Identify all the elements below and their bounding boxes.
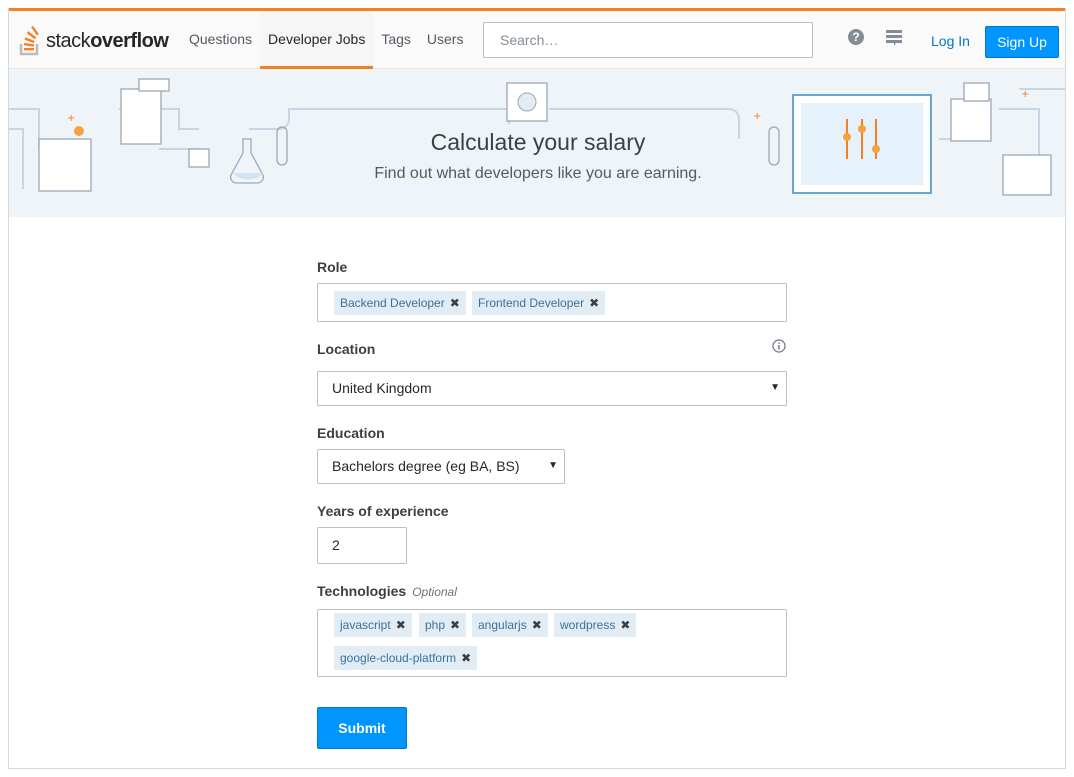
top-bar: stackoverflow Questions Developer Jobs T… [9, 8, 1065, 69]
location-label: Location [317, 341, 376, 357]
remove-tag-icon[interactable]: ✖ [450, 618, 460, 632]
chevron-down-icon: ▼ [770, 382, 780, 393]
remove-tag-icon[interactable]: ✖ [450, 296, 460, 310]
remove-tag-icon[interactable]: ✖ [396, 618, 406, 632]
remove-tag-icon[interactable]: ✖ [461, 651, 471, 665]
role-tag-label: Frontend Developer [478, 296, 585, 310]
technologies-tag-input[interactable]: javascript ✖ php ✖ angularjs ✖ wordpress ✖ g… [317, 609, 787, 677]
role-tag-label: Backend Developer [340, 296, 445, 310]
tech-tag-label: wordpress [560, 618, 616, 632]
svg-text:+: + [1021, 89, 1029, 100]
login-link[interactable]: Log In [923, 28, 978, 54]
tech-tag-label: php [425, 618, 446, 632]
inbox-icon[interactable] [885, 29, 903, 47]
education-select[interactable]: Bachelors degree (eg BA, BS) ▼ [317, 449, 565, 484]
role-tag: Frontend Developer ✖ [472, 291, 606, 315]
tech-tag-label: google-cloud-platform [340, 651, 457, 665]
info-icon[interactable] [772, 339, 786, 353]
role-label: Role [317, 259, 348, 275]
education-label: Education [317, 425, 385, 441]
chevron-down-icon: ▼ [548, 460, 558, 471]
svg-text:?: ? [852, 30, 859, 44]
svg-text:+: + [67, 113, 75, 124]
tech-tag: google-cloud-platform ✖ [334, 646, 478, 670]
signup-button[interactable]: Sign Up [985, 26, 1059, 58]
experience-input[interactable]: 2 [317, 527, 407, 564]
remove-tag-icon[interactable]: ✖ [589, 296, 599, 310]
hero-banner: + + + Calculate your salary Find out wha… [9, 69, 1065, 217]
svg-text:+: + [753, 111, 761, 122]
tech-tag: angularjs ✖ [472, 613, 548, 637]
education-value: Bachelors degree (eg BA, BS) [332, 458, 520, 474]
tech-tag: php ✖ [419, 613, 467, 637]
location-select[interactable]: United Kingdom ▼ [317, 371, 787, 406]
nav-users[interactable]: Users [419, 11, 472, 69]
page-frame: stackoverflow Questions Developer Jobs T… [8, 8, 1066, 769]
submit-button[interactable]: Submit [317, 707, 407, 749]
remove-tag-icon[interactable]: ✖ [532, 618, 542, 632]
role-tag: Backend Developer ✖ [334, 291, 466, 315]
technologies-label-text: Technologies [317, 583, 407, 599]
logo-text: stackoverflow [46, 29, 169, 52]
help-icon[interactable]: ? [847, 28, 865, 46]
tech-tag-label: javascript [340, 618, 391, 632]
role-tag-input[interactable]: Backend Developer ✖ Frontend Developer ✖ [317, 283, 787, 322]
experience-label: Years of experience [317, 503, 449, 519]
stackoverflow-logo-icon [19, 26, 39, 56]
banner-title: Calculate your salary [430, 129, 646, 155]
banner-subtitle: Find out what developers like you are ea… [374, 165, 702, 182]
remove-tag-icon[interactable]: ✖ [620, 618, 630, 632]
logo[interactable]: stackoverflow [18, 24, 169, 58]
location-value: United Kingdom [332, 380, 432, 396]
optional-hint: Optional [412, 585, 457, 599]
tech-tag: javascript ✖ [334, 613, 412, 637]
nav-developer-jobs[interactable]: Developer Jobs [260, 11, 374, 69]
main-nav: Questions Developer Jobs Tags Users [181, 11, 471, 69]
tech-tag: wordpress ✖ [554, 613, 637, 637]
search-input[interactable] [483, 22, 813, 58]
nav-tags[interactable]: Tags [373, 11, 419, 69]
technologies-label: Technologies Optional [317, 583, 457, 599]
experience-value: 2 [332, 537, 340, 553]
nav-questions[interactable]: Questions [181, 11, 260, 69]
tech-tag-label: angularjs [478, 618, 527, 632]
